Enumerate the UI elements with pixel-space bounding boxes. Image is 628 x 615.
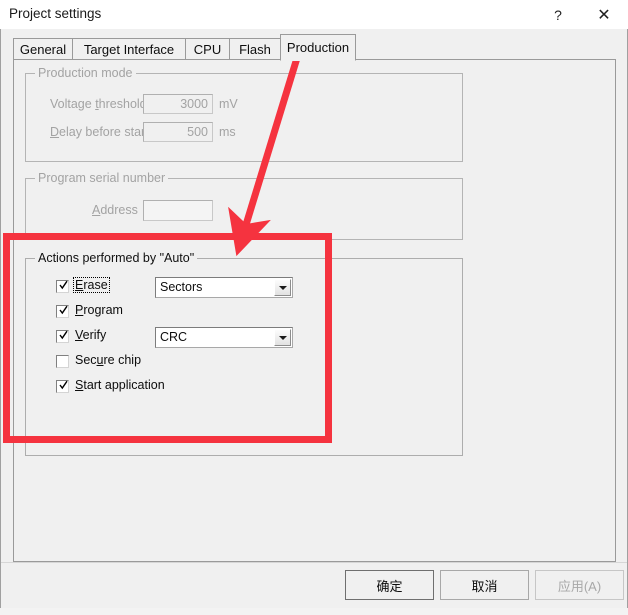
start-application-label: Start application bbox=[75, 378, 165, 392]
secure-chip-checkbox[interactable] bbox=[56, 355, 69, 368]
erase-checkbox[interactable] bbox=[56, 280, 69, 293]
chevron-down-icon bbox=[278, 335, 287, 340]
cancel-button[interactable]: 取消 bbox=[440, 570, 529, 600]
delay-before-start-label: Delay before start bbox=[50, 125, 149, 139]
address-input[interactable] bbox=[143, 200, 213, 221]
actions-group: Actions performed by "Auto" Erase Sector… bbox=[25, 251, 463, 456]
erase-label: Erase bbox=[73, 277, 110, 293]
checkmark-icon bbox=[59, 305, 68, 315]
production-mode-legend: Production mode bbox=[35, 66, 136, 80]
verify-mode-combobox[interactable]: CRC bbox=[155, 327, 293, 348]
address-label: Address bbox=[92, 203, 138, 217]
title-bar: Project settings ? ✕ bbox=[0, 0, 628, 30]
actions-group-legend: Actions performed by "Auto" bbox=[35, 251, 198, 265]
program-checkbox[interactable] bbox=[56, 305, 69, 318]
ok-button[interactable]: 确定 bbox=[345, 570, 434, 600]
cutoff-text bbox=[70, 608, 73, 612]
serial-number-legend: Program serial number bbox=[35, 171, 169, 185]
program-label: Program bbox=[75, 303, 123, 317]
production-mode-group: Production mode Voltage threshold mV Del… bbox=[25, 66, 463, 162]
voltage-threshold-input[interactable] bbox=[143, 94, 213, 114]
footer-separator bbox=[1, 562, 627, 563]
help-button[interactable]: ? bbox=[535, 0, 581, 29]
window-title: Project settings bbox=[9, 6, 102, 21]
checkmark-icon bbox=[59, 380, 68, 390]
verify-label: Verify bbox=[75, 328, 107, 342]
verify-mode-value: CRC bbox=[160, 330, 188, 344]
chevron-down-icon bbox=[278, 285, 287, 290]
cutoff-bottom-row bbox=[0, 608, 628, 615]
secure-chip-label: Secure chip bbox=[75, 353, 142, 367]
checkmark-icon bbox=[59, 280, 68, 290]
erase-mode-combobox[interactable]: Sectors bbox=[155, 277, 293, 298]
tab-cpu[interactable]: CPU bbox=[185, 38, 230, 60]
project-settings-dialog: Project settings ? ✕ General Target Inte… bbox=[0, 0, 628, 615]
tab-flash[interactable]: Flash bbox=[229, 38, 281, 60]
dialog-client-area: General Target Interface CPU Flash Produ… bbox=[0, 29, 628, 615]
start-application-checkbox[interactable] bbox=[56, 380, 69, 393]
erase-mode-value: Sectors bbox=[160, 280, 203, 294]
delay-before-start-input[interactable] bbox=[143, 122, 213, 142]
verify-mode-dropdown-button[interactable] bbox=[274, 329, 291, 346]
checkmark-icon bbox=[59, 330, 68, 340]
tab-general[interactable]: General bbox=[13, 38, 73, 60]
production-tab-panel: Production mode Voltage threshold mV Del… bbox=[13, 59, 616, 562]
apply-button[interactable]: 应用(A) bbox=[535, 570, 624, 600]
delay-before-start-unit: ms bbox=[219, 125, 236, 139]
verify-checkbox[interactable] bbox=[56, 330, 69, 343]
program-serial-number-group: Program serial number Address bbox=[25, 171, 463, 240]
tab-production[interactable]: Production bbox=[280, 34, 356, 61]
erase-mode-dropdown-button[interactable] bbox=[274, 279, 291, 296]
voltage-threshold-label: Voltage threshold bbox=[50, 97, 147, 111]
close-button[interactable]: ✕ bbox=[581, 0, 627, 29]
voltage-threshold-unit: mV bbox=[219, 97, 238, 111]
tab-target-interface[interactable]: Target Interface bbox=[72, 38, 186, 60]
